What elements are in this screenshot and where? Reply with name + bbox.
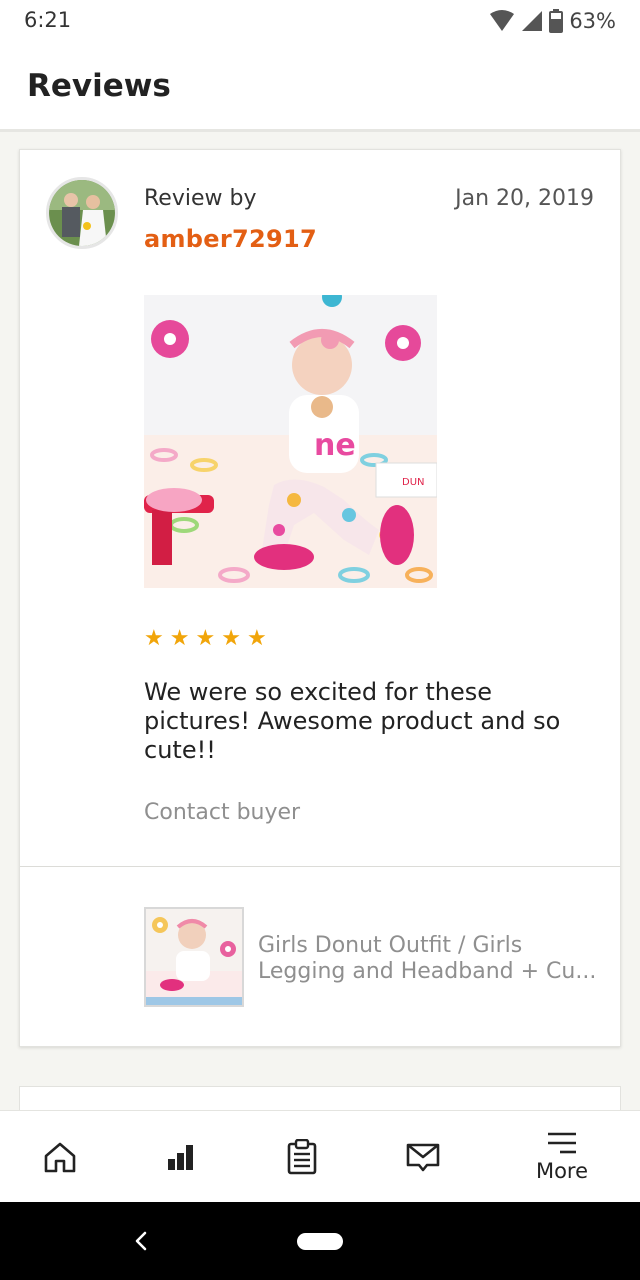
reviewer-username[interactable]: amber72917 (144, 225, 317, 253)
system-back-button[interactable] (126, 1226, 156, 1256)
svg-text:ne: ne (314, 428, 356, 463)
star-icon: ★ (144, 626, 164, 651)
avatar[interactable] (46, 177, 118, 249)
menu-icon (548, 1132, 576, 1154)
status-bar: 6:21 63% (0, 0, 640, 44)
nav-more-label: More (535, 1159, 589, 1183)
nav-messages[interactable] (383, 1111, 463, 1203)
status-icons: 63% (489, 8, 616, 34)
status-time: 6:21 (24, 8, 72, 32)
nav-home[interactable] (20, 1111, 100, 1203)
back-chevron-icon (135, 1231, 147, 1251)
product-thumbnail[interactable] (144, 907, 244, 1007)
home-icon (44, 1142, 76, 1173)
orders-icon (287, 1139, 317, 1175)
nav-stats[interactable] (141, 1111, 221, 1203)
page-title: Reviews (27, 68, 171, 104)
star-icon: ★ (221, 626, 241, 651)
star-icon: ★ (195, 626, 216, 651)
nav-orders[interactable] (262, 1111, 342, 1203)
review-text: We were so excited for these pictures! A… (144, 678, 561, 764)
star-icon: ★ (169, 626, 190, 651)
review-by-label: Review by (144, 186, 257, 211)
app-bar: Reviews (0, 44, 640, 132)
battery-icon (549, 9, 564, 33)
system-home-pill[interactable] (297, 1233, 343, 1250)
svg-text:DUN: DUN (402, 477, 425, 488)
star-rating: ★ ★ ★ ★ ★ (144, 628, 267, 650)
review-date: Jan 20, 2019 (455, 186, 594, 211)
bottom-nav: More (0, 1110, 640, 1202)
divider (20, 866, 620, 867)
review-photo[interactable]: ne DUN (144, 295, 437, 588)
wifi-icon (490, 10, 515, 31)
review-card: Review by amber72917 Jan 20, 2019 ne DUN… (19, 149, 621, 1047)
nav-more[interactable]: More (512, 1111, 612, 1203)
product-title[interactable]: Girls Donut Outfit / Girls Legging and H… (258, 933, 608, 985)
battery-percent: 63% (569, 9, 616, 33)
star-icon: ★ (246, 626, 267, 651)
signal-icon (522, 11, 543, 31)
contact-buyer-link[interactable]: Contact buyer (144, 800, 300, 825)
stats-icon (168, 1145, 193, 1170)
messages-icon (406, 1143, 440, 1172)
system-nav-bar (0, 1202, 640, 1280)
